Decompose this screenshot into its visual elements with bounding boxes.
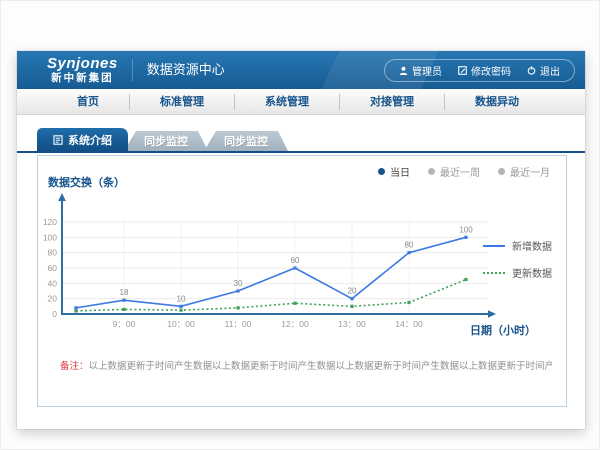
app-title: 数据资源中心 [132,59,225,81]
nav-item-3[interactable]: 对接管理 [340,94,445,110]
time-range-filter: 当日 最近一周 最近一月 [378,164,550,179]
svg-text:13：00: 13：00 [338,319,366,329]
radio-label: 最近一周 [440,164,480,179]
footnote-text: 以上数据更新于时间产生数据以上数据更新于时间产生数据以上数据更新于时间产生数据以… [89,361,552,372]
line-chart: 0 20 40 60 80 100 120 9：00 10：00 11：00 12：00 13：00 1… [40,184,510,336]
radio-label: 当日 [390,164,410,179]
brand-logo: Synjones 新中新集团 [47,56,118,84]
radio-label: 最近一月 [510,164,550,179]
svg-text:14：00: 14：00 [395,319,423,329]
tab-label: 同步监控 [224,133,268,149]
radio-dot-icon [428,168,435,175]
time-range-option-0[interactable]: 当日 [378,164,410,179]
svg-text:80: 80 [405,241,414,250]
chart-x-axis-title: 日期（小时） [470,322,536,338]
document-icon [53,135,63,145]
logout-label: 退出 [540,63,560,78]
tab-label: 系统介绍 [68,132,112,148]
main-nav: 首页标准管理系统管理对接管理数据异动 [17,89,585,115]
tab-underline [17,151,585,153]
svg-text:10: 10 [177,294,186,303]
legend-line-sample [483,272,505,274]
user-menu-button[interactable]: 管理员 [399,63,442,78]
screenshot-frame: Synjones 新中新集团 数据资源中心 管理员 修改密码 退出 首页标准 [0,0,600,450]
svg-text:40: 40 [48,278,58,288]
nav-item-1[interactable]: 标准管理 [130,94,235,110]
legend-label: 新增数据 [512,238,552,253]
svg-text:60: 60 [291,256,300,265]
change-password-label: 修改密码 [471,63,511,78]
tab-bar: 系统介绍 同步监控 同步监控 [37,128,585,151]
app-header: Synjones 新中新集团 数据资源中心 管理员 修改密码 退出 [17,51,585,89]
change-password-button[interactable]: 修改密码 [458,63,511,78]
svg-text:60: 60 [48,263,58,273]
brand-logo-cn: 新中新集团 [47,73,118,84]
svg-text:0: 0 [52,309,57,319]
chart-panel: 当日最近一周最近一月 数据交换（条） 0204060801001209：0010… [37,155,567,407]
svg-text:100: 100 [43,232,57,242]
logout-button[interactable]: 退出 [527,63,560,78]
svg-text:30: 30 [234,279,243,288]
legend-item-0[interactable]: 新增数据 [483,238,552,253]
user-menu-label: 管理员 [412,63,442,78]
footnote-prefix: 备注： [60,361,89,372]
tab-label: 同步监控 [144,133,188,149]
chart-legend: 新增数据更新数据 [483,238,552,280]
footnote: 备注：以上数据更新于时间产生数据以上数据更新于时间产生数据以上数据更新于时间产生… [60,358,552,372]
user-icon [399,66,408,75]
svg-text:11：00: 11：00 [225,319,252,329]
svg-text:20: 20 [348,287,357,296]
radio-dot-icon [378,168,385,175]
tab-0[interactable]: 系统介绍 [37,128,128,151]
legend-item-1[interactable]: 更新数据 [483,265,552,280]
svg-text:9：00: 9：00 [113,319,136,329]
legend-line-sample [483,245,505,247]
brand-logo-en: Synjones [47,56,118,71]
tab-2[interactable]: 同步监控 [204,131,288,151]
time-range-option-1[interactable]: 最近一周 [428,164,480,179]
user-toolbar: 管理员 修改密码 退出 [384,59,575,82]
svg-text:20: 20 [48,294,58,304]
edit-icon [458,66,467,75]
nav-item-2[interactable]: 系统管理 [235,94,340,110]
svg-text:18: 18 [120,288,129,297]
radio-dot-icon [498,168,505,175]
svg-text:10：00: 10：00 [167,319,195,329]
app-window: Synjones 新中新集团 数据资源中心 管理员 修改密码 退出 首页标准 [17,51,585,429]
nav-item-0[interactable]: 首页 [47,94,130,110]
tab-1[interactable]: 同步监控 [124,131,208,151]
content-area: 系统介绍同步监控同步监控 当日最近一周最近一月 数据交换（条） 02040608… [17,128,585,407]
legend-label: 更新数据 [512,265,552,280]
power-icon [527,66,536,75]
svg-text:80: 80 [48,248,58,258]
svg-text:120: 120 [43,217,57,227]
svg-text:12：00: 12：00 [281,319,309,329]
nav-item-4[interactable]: 数据异动 [445,94,549,110]
svg-text:100: 100 [459,225,473,234]
time-range-option-2[interactable]: 最近一月 [498,164,550,179]
